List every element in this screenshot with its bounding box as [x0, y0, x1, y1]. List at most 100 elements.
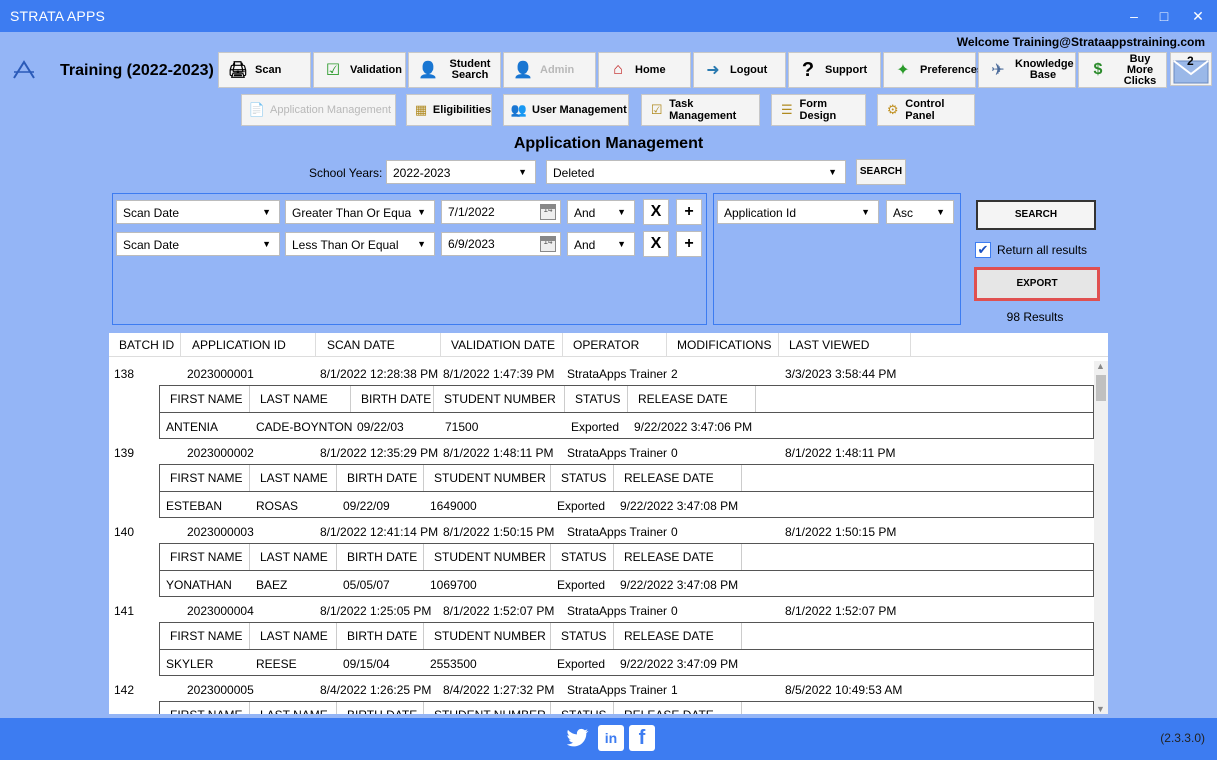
- users-icon: 👥: [510, 102, 528, 117]
- table-row[interactable]: 139 2023000002 8/1/2022 12:35:29 PM 8/1/…: [109, 444, 1094, 464]
- nav-home-button[interactable]: ⌂ Home: [598, 52, 691, 88]
- criteria-1-add-button[interactable]: +: [676, 199, 702, 225]
- document-icon: 📄: [248, 102, 266, 117]
- criteria-2-operator-select[interactable]: Less Than Or Equal ▼: [285, 232, 435, 256]
- column-header[interactable]: APPLICATION ID: [182, 333, 316, 357]
- calendar-icon[interactable]: 14: [540, 236, 556, 252]
- status-select[interactable]: Deleted ▼: [546, 160, 846, 184]
- table-row[interactable]: 138 2023000001 8/1/2022 12:28:38 PM 8/1/…: [109, 365, 1094, 385]
- column-header[interactable]: MODIFICATIONS: [667, 333, 779, 357]
- chevron-down-icon: ▼: [828, 167, 837, 177]
- home-icon: ⌂: [613, 61, 623, 78]
- logout-icon: ➜: [706, 62, 720, 79]
- scrollbar-thumb[interactable]: [1096, 375, 1106, 401]
- minimize-button[interactable]: –: [1124, 6, 1144, 26]
- criteria-2-field-select[interactable]: Scan Date ▼: [116, 232, 280, 256]
- chevron-down-icon: ▼: [417, 239, 426, 249]
- nav-support-button[interactable]: ? Support: [788, 52, 881, 88]
- criteria-1-date-input[interactable]: 7/1/2022 14: [441, 200, 561, 224]
- eligibility-icon: ▦: [414, 102, 428, 117]
- criteria-2-remove-button[interactable]: X: [643, 231, 669, 257]
- nav-buy-more-clicks-button[interactable]: $ Buy More Clicks: [1078, 52, 1167, 88]
- nav-logout-button[interactable]: ➜ Logout: [693, 52, 786, 88]
- criteria-2-join-select[interactable]: And ▼: [567, 232, 635, 256]
- nav-validation-button[interactable]: ☑ Validation: [313, 52, 406, 88]
- school-year-select[interactable]: 2022-2023 ▼: [386, 160, 536, 184]
- school-years-label: School Years:: [309, 166, 383, 180]
- money-icon: $: [1093, 61, 1103, 78]
- gear-icon: ⚙: [886, 102, 899, 117]
- column-header[interactable]: OPERATOR: [563, 333, 667, 357]
- nav-preferences-button[interactable]: ✦ Preferences: [883, 52, 983, 88]
- calendar-icon[interactable]: 14: [540, 204, 556, 220]
- chevron-down-icon: ▼: [518, 167, 527, 177]
- admin-icon: 👤: [513, 62, 533, 79]
- printer-icon: 🖨: [227, 62, 249, 79]
- subnav-application-management[interactable]: 📄 Application Management: [241, 94, 396, 126]
- nav-scan-button[interactable]: 🖨 Scan: [218, 52, 311, 88]
- strata-logo-icon: [13, 60, 35, 79]
- student-subgrid: FIRST NAME LAST NAME BIRTH DATE STUDENT …: [159, 385, 1094, 439]
- student-icon: 👤: [418, 62, 438, 79]
- results-count: 98 Results: [1006, 310, 1064, 324]
- subnav-form-design[interactable]: ☰ Form Design: [771, 94, 866, 126]
- column-header[interactable]: LAST VIEWED: [779, 333, 911, 357]
- linkedin-icon[interactable]: in: [598, 725, 624, 751]
- chevron-down-icon: ▼: [617, 239, 626, 249]
- sort-direction-select[interactable]: Asc ▼: [886, 200, 954, 224]
- subnav-control-panel[interactable]: ⚙ Control Panel: [877, 94, 975, 126]
- subnav-user-management[interactable]: 👥 User Management: [503, 94, 629, 126]
- grid-header: BATCH ID APPLICATION ID SCAN DATE VALIDA…: [109, 333, 1108, 357]
- clipboard-icon: ☑: [650, 102, 663, 117]
- chevron-down-icon: ▼: [262, 207, 271, 217]
- column-header[interactable]: BATCH ID: [109, 333, 181, 357]
- welcome-text: Welcome Training@Strataappstraining.com: [956, 35, 1205, 49]
- subnav-eligibilities[interactable]: ▦ Eligibilities: [406, 94, 492, 126]
- facebook-icon[interactable]: f: [629, 725, 655, 751]
- checklist-icon: ☑: [325, 62, 341, 79]
- student-subgrid: FIRST NAME LAST NAME BIRTH DATE STUDENT …: [159, 622, 1094, 676]
- plane-icon: ✈: [991, 62, 1005, 79]
- chevron-down-icon: ▼: [936, 207, 945, 217]
- nav-student-search-button[interactable]: 👤 Student Search: [408, 52, 501, 88]
- criteria-2-date-input[interactable]: 6/9/2023 14: [441, 232, 561, 256]
- scroll-down-icon[interactable]: ▼: [1096, 704, 1105, 714]
- maximize-button[interactable]: □: [1154, 6, 1174, 26]
- applications-grid: BATCH ID APPLICATION ID SCAN DATE VALIDA…: [109, 333, 1108, 714]
- app-title: STRATA APPS: [10, 8, 106, 24]
- mail-button[interactable]: 2: [1170, 52, 1212, 86]
- chevron-down-icon: ▼: [861, 207, 870, 217]
- chevron-down-icon: ▼: [262, 239, 271, 249]
- twitter-icon[interactable]: [565, 725, 591, 751]
- org-title: Training (2022-2023): [60, 62, 214, 79]
- nav-knowledge-base-button[interactable]: ✈ Knowledge Base: [978, 52, 1076, 88]
- grid-scrollbar[interactable]: ▲ ▼: [1094, 361, 1108, 714]
- student-subgrid: FIRST NAME LAST NAME BIRTH DATE STUDENT …: [159, 464, 1094, 518]
- criteria-1-join-select[interactable]: And ▼: [567, 200, 635, 224]
- page-title: Application Management: [513, 135, 704, 152]
- table-row[interactable]: 140 2023000003 8/1/2022 12:41:14 PM 8/1/…: [109, 523, 1094, 543]
- chevron-down-icon: ▼: [617, 207, 626, 217]
- nav-admin-button[interactable]: 👤 Admin: [503, 52, 596, 88]
- search-button[interactable]: SEARCH: [976, 200, 1096, 230]
- criteria-1-field-select[interactable]: Scan Date ▼: [116, 200, 280, 224]
- criteria-2-add-button[interactable]: +: [676, 231, 702, 257]
- question-icon: ?: [801, 58, 815, 81]
- export-button[interactable]: EXPORT: [974, 267, 1100, 301]
- criteria-1-remove-button[interactable]: X: [643, 199, 669, 225]
- subnav-task-management[interactable]: ☑ Task Management: [641, 94, 760, 126]
- mail-count-badge: 2: [1187, 54, 1194, 68]
- return-all-checkbox[interactable]: ✔: [975, 242, 991, 258]
- sort-field-select[interactable]: Application Id ▼: [717, 200, 879, 224]
- table-row[interactable]: 141 2023000004 8/1/2022 1:25:05 PM 8/1/2…: [109, 602, 1094, 622]
- column-header[interactable]: SCAN DATE: [317, 333, 441, 357]
- criteria-1-operator-select[interactable]: Greater Than Or Equa ▼: [285, 200, 435, 224]
- student-subgrid: FIRST NAME LAST NAME BIRTH DATE STUDENT …: [159, 701, 1094, 714]
- scroll-up-icon[interactable]: ▲: [1096, 361, 1105, 371]
- form-icon: ☰: [780, 102, 793, 117]
- table-row[interactable]: 142 2023000005 8/4/2022 1:26:25 PM 8/4/2…: [109, 681, 1094, 701]
- search-small-button[interactable]: SEARCH: [856, 159, 906, 185]
- student-subgrid: FIRST NAME LAST NAME BIRTH DATE STUDENT …: [159, 543, 1094, 597]
- column-header[interactable]: VALIDATION DATE: [441, 333, 563, 357]
- close-button[interactable]: ✕: [1188, 6, 1208, 26]
